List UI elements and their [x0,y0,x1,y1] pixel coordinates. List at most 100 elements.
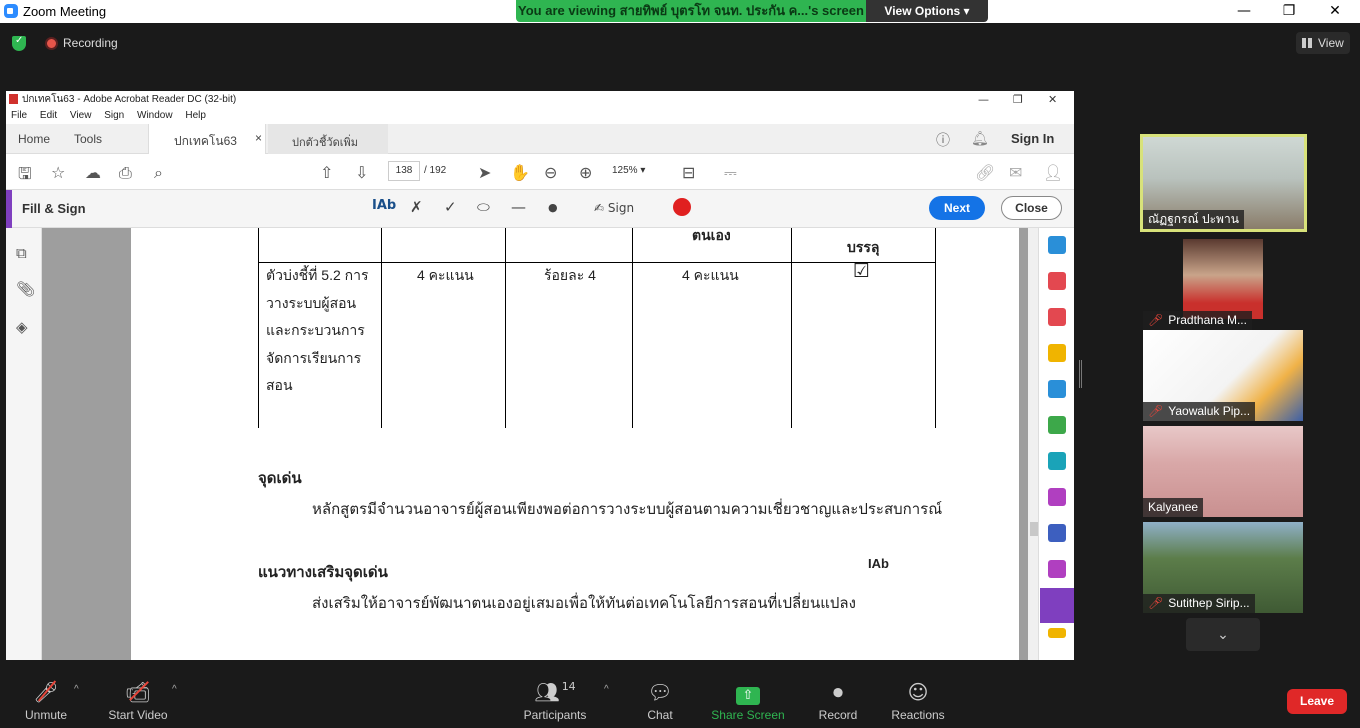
menu-file[interactable]: File [11,110,27,121]
percent-cell: ร้อยละ 4 [544,267,596,283]
participant-name: Pradthana M... [1168,313,1247,327]
organize-pages-icon[interactable] [1048,272,1066,290]
view-options-button[interactable]: View Options ▾ [866,0,988,22]
menu-help[interactable]: Help [185,110,206,121]
audio-options-caret-icon[interactable]: ^ [74,684,79,695]
participant-name: Kalyanee [1143,498,1204,517]
acrobat-maximize-button[interactable]: ❐ [1013,91,1023,108]
zoom-in-icon[interactable]: ⊕ [579,163,592,182]
text-cursor-icon: IAb [868,556,889,571]
menu-sign[interactable]: Sign [104,110,124,121]
add-text-tool-icon[interactable]: IAb [372,198,396,213]
acrobat-close-button[interactable]: ✕ [1048,91,1057,108]
participant-tile[interactable]: 🎤︎ Sutithep Sirip... [1143,522,1303,613]
chat-icon: 💬︎ [647,680,673,704]
record-button[interactable]: ⏺ Record [813,680,863,722]
send-review-icon[interactable] [1048,452,1066,470]
video-options-caret-icon[interactable]: ^ [172,684,177,695]
participants-caret-icon[interactable]: ^ [604,684,609,695]
hand-tool-icon[interactable]: ✋ [510,163,530,182]
sign-button[interactable]: ✍ Sign [594,201,634,215]
save-icon[interactable]: 🖫 [18,163,32,190]
comment-icon[interactable] [1048,344,1066,362]
attachments-icon[interactable]: 📎︎ [16,280,35,298]
page-thumbnails-icon[interactable]: ⧉ [16,244,27,262]
indicator-cell: ตัวบ่งชี้ที่ 5.2 การ วางระบบผู้สอน และกร… [266,262,369,400]
gallery-scroll-down-button[interactable]: ⌄ [1186,618,1260,651]
help-icon[interactable]: ⓘ [936,130,950,150]
participants-button[interactable]: 👥︎ 14 Participants [520,680,590,722]
header-self: ตนเอง [692,227,731,243]
more-tools-icon[interactable] [1048,628,1066,638]
export-pdf-icon[interactable] [1048,308,1066,326]
menu-window[interactable]: Window [137,110,173,121]
participant-tile[interactable]: 🎤︎ Pradthana M... [1143,239,1303,330]
page-number-input[interactable]: 138 [388,161,420,181]
select-cursor-icon[interactable]: ➤ [478,163,491,182]
security-shield-icon[interactable] [12,35,26,51]
participant-tile[interactable]: Kalyanee [1143,426,1303,517]
panel-resize-handle[interactable] [1079,360,1082,388]
ellipse-icon[interactable]: ⬭ [477,198,490,216]
cross-mark-icon[interactable]: ✗ [410,198,423,216]
create-pdf-icon[interactable] [1048,236,1066,254]
mic-muted-icon: 🎤︎ [1148,596,1164,610]
edit-pdf-icon[interactable] [1048,488,1066,506]
recording-label: Recording [63,36,118,50]
bookmark-star-icon[interactable]: ☆ [51,163,65,182]
layers-icon[interactable]: ◈ [16,318,28,336]
strength-text: หลักสูตรมีจำนวนอาจารย์ผู้สอนเพียงพอต่อกา… [312,501,943,518]
acrobat-minimize-button[interactable]: — [978,91,989,108]
start-video-label: Start Video [108,708,168,722]
measure-icon[interactable]: ⎓ [724,163,737,183]
unmute-button[interactable]: 🎤︎ Unmute [24,680,68,722]
upload-icon[interactable]: ☁ [85,163,101,182]
sign-in-button[interactable]: Sign In [1011,131,1054,146]
tab-doc-2[interactable]: ปกตัวชี้วัดเพิ่มเติม63 [268,124,388,167]
participant-tile-active-speaker[interactable]: ณัฏฐกรณ์ ปะพาน [1140,134,1307,232]
scrollbar-thumb[interactable] [1030,522,1038,536]
next-button[interactable]: Next [929,196,985,220]
tab-tools[interactable]: Tools [74,132,102,146]
compress-icon[interactable] [1048,416,1066,434]
add-user-icon[interactable]: 👤︎ [1043,163,1063,182]
page-layout-icon[interactable]: ⊟ [682,163,695,182]
view-layout-button[interactable]: View [1296,32,1350,54]
maximize-button[interactable]: ❐ [1266,0,1312,23]
tab-close-icon[interactable]: × [255,131,262,145]
combine-files-icon[interactable] [1048,380,1066,398]
reactions-button[interactable]: ☺ Reactions [888,680,948,722]
chat-button[interactable]: 💬︎ Chat [640,680,680,722]
check-mark-icon[interactable]: ✓ [444,198,457,216]
page-down-icon[interactable]: ⇩ [355,163,368,182]
page-up-icon[interactable]: ⇧ [320,163,333,182]
close-fill-sign-button[interactable]: Close [1001,196,1062,220]
menu-view[interactable]: View [70,110,92,121]
tab-doc-active[interactable]: ปกเทคโน63 × [148,124,266,154]
zoom-out-icon[interactable]: ⊖ [544,163,557,182]
mic-muted-icon: 🎤︎ [1148,313,1164,327]
vertical-scrollbar[interactable] [1028,228,1038,660]
zoom-level-select[interactable]: 125% ▾ [612,165,645,176]
dot-icon[interactable]: ● [548,201,558,214]
search-icon[interactable]: ⌕ [154,163,163,183]
menu-edit[interactable]: Edit [40,110,57,121]
participant-tile[interactable]: 🎤︎ Yaowaluk Pip... [1143,330,1303,421]
minimize-button[interactable]: — [1221,0,1267,23]
start-video-button[interactable]: 📹︎ Start Video [106,680,170,722]
bell-icon[interactable]: 🔔︎ [971,130,989,147]
color-picker-icon[interactable] [673,198,691,216]
print-icon[interactable]: ⎙ [119,163,132,183]
link-icon[interactable]: 🔗︎ [975,163,995,182]
line-icon[interactable]: — [511,198,526,216]
protect-icon[interactable] [1048,524,1066,542]
self-score-cell: 4 คะแนน [682,267,739,283]
leave-button[interactable]: Leave [1287,689,1347,714]
close-window-button[interactable]: ✕ [1312,0,1358,23]
unmute-label: Unmute [24,708,68,722]
fill-sign-tool-active[interactable] [1040,588,1074,623]
share-screen-button[interactable]: ⇧ Share Screen [710,680,786,722]
email-icon[interactable]: ✉ [1009,163,1022,182]
tab-home[interactable]: Home [18,132,50,146]
form-icon[interactable] [1048,560,1066,578]
